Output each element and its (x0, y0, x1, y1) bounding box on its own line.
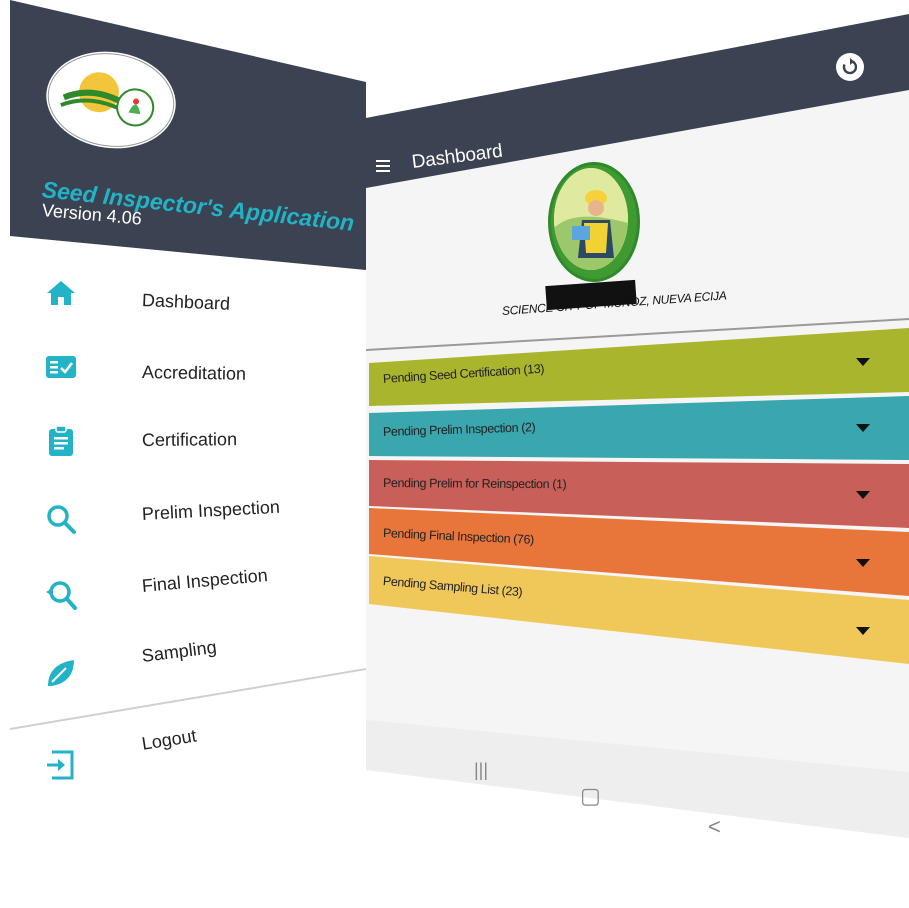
chevron-down-icon[interactable] (856, 559, 870, 567)
drawer-item-label: Prelim Inspection (141, 496, 281, 524)
id-card-icon (46, 356, 76, 378)
recents-button[interactable]: ||| (474, 760, 488, 781)
drawer-item-sampling[interactable]: Sampling (10, 636, 366, 698)
search-refresh-icon (46, 581, 77, 610)
chevron-down-icon[interactable] (856, 358, 870, 366)
home-button[interactable]: ▢ (580, 783, 601, 809)
chevron-down-icon[interactable] (856, 627, 870, 635)
drawer-item-final-inspection[interactable]: Final Inspection (10, 564, 366, 624)
drawer-item-logout[interactable]: Logout (10, 726, 366, 792)
hamburger-icon[interactable] (376, 160, 392, 172)
strip-label-prelim-reinspection[interactable]: Pending Prelim for Reinspection (1) (383, 476, 566, 491)
inspector-avatar (548, 162, 640, 282)
refresh-icon[interactable] (836, 53, 864, 81)
dashboard-screen: Dashboard SCIENCE CITY OF MUÑOZ, NUEVA E… (366, 0, 909, 908)
drawer-item-accreditation[interactable]: Accreditation (10, 340, 366, 400)
drawer-item-dashboard[interactable]: Dashboard (10, 270, 366, 330)
search-icon (47, 505, 76, 534)
navigation-drawer: Seed Inspector's Application Version 4.0… (10, 0, 366, 908)
drawer-item-label: Certification (141, 429, 238, 450)
logout-icon (47, 750, 74, 780)
chevron-down-icon[interactable] (856, 491, 870, 499)
drawer-item-prelim-inspection[interactable]: Prelim Inspection (10, 490, 366, 550)
home-icon (47, 281, 75, 305)
back-button[interactable]: < (708, 814, 721, 840)
screenshot-stage: Dashboard SCIENCE CITY OF MUÑOZ, NUEVA E… (0, 0, 909, 908)
drawer-item-label: Accreditation (141, 362, 247, 384)
drawer-item-label: Sampling (140, 636, 218, 666)
drawer-item-certification[interactable]: Certification (10, 410, 366, 470)
drawer-item-label: Final Inspection (141, 565, 269, 596)
leaf-icon (48, 660, 74, 686)
drawer-item-label: Dashboard (141, 290, 231, 314)
clipboard-icon (49, 425, 73, 456)
chevron-down-icon[interactable] (856, 424, 870, 432)
dashboard-surface (366, 14, 909, 838)
